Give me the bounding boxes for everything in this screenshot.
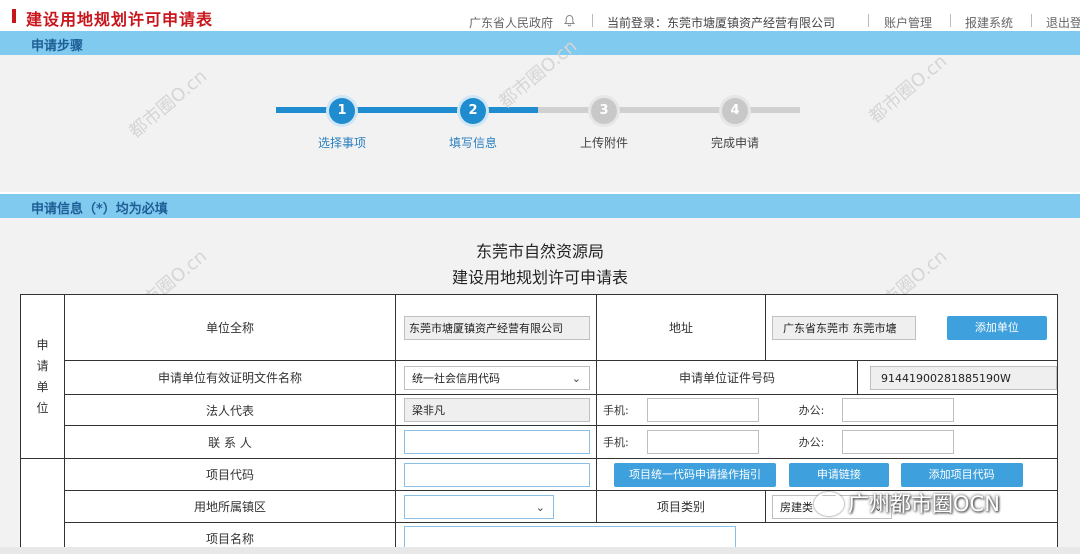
province-link[interactable]: 广东省人民政府 xyxy=(469,14,553,31)
unit-name-label: 单位全称 xyxy=(64,294,396,361)
cert-label: 申请单位证件号码 xyxy=(596,360,858,395)
doc-select-value: 统一社会信用代码 xyxy=(412,371,500,385)
logout-link[interactable]: 退出登 xyxy=(1046,14,1080,31)
unit-name-cell: 东莞市塘厦镇资产经营有限公司 xyxy=(395,294,597,361)
steps-section-title: 申请步骤 xyxy=(31,39,84,54)
office-label: 办公: xyxy=(798,436,825,449)
step-1-label: 选择事项 xyxy=(317,136,366,150)
contact-mobile-field[interactable] xyxy=(646,430,759,454)
legal-field[interactable]: 梁非凡 xyxy=(404,398,590,422)
address-field[interactable]: 广东省东莞市 东莞市塘 xyxy=(772,315,916,340)
office-label: 办公: xyxy=(798,404,825,417)
town-label: 用地所属镇区 xyxy=(64,490,396,523)
project-code-field[interactable] xyxy=(404,462,590,487)
legal-cell: 梁非凡 xyxy=(395,394,597,426)
project-type-label: 项目类别 xyxy=(596,490,766,523)
info-section-title: 申请信息（*）均为必填 xyxy=(31,202,168,217)
bell-icon[interactable] xyxy=(563,14,576,30)
step-1-circle[interactable]: 1 xyxy=(329,98,355,124)
title-marker xyxy=(12,9,16,23)
table-row: 联 系 人 手机: 办公: xyxy=(21,425,1059,459)
table-row: 申请单位 单位全称 东莞市塘厦镇资产经营有限公司 地址 广东省东莞市 东莞市塘 … xyxy=(20,294,1059,459)
project-group-cell xyxy=(20,458,65,554)
step-3-label: 上传附件 xyxy=(579,136,628,150)
project-type-value: 房建类 xyxy=(780,500,813,514)
current-login: 当前登录：东莞市塘厦镇资产经营有限公司 xyxy=(607,16,836,30)
divider xyxy=(950,14,951,27)
step-2-label: 填写信息 xyxy=(448,136,497,150)
legal-office-field[interactable] xyxy=(842,398,955,422)
step-3-circle[interactable]: 3 xyxy=(591,98,617,124)
horizontal-scrollbar[interactable] xyxy=(0,547,1080,554)
applicant-group-cell: 申请单位 xyxy=(20,294,65,459)
town-select[interactable]: ⌄ xyxy=(404,494,554,519)
cert-field[interactable]: 91441900281885190W xyxy=(870,365,1057,390)
table-row: 申请单位有效证明文件名称 统一社会信用代码 ⌄ 申请单位证件号码 9144190… xyxy=(21,360,1059,395)
source-badge: 广州都市圈OCN xyxy=(848,492,1000,516)
report-system-link[interactable]: 报建系统 xyxy=(965,14,1013,31)
steps-section-bar: 申请步骤 xyxy=(0,31,1080,55)
legal-label: 法人代表 xyxy=(64,394,396,426)
unit-name-field[interactable]: 东莞市塘厦镇资产经营有限公司 xyxy=(404,315,590,340)
step-2-circle[interactable]: 2 xyxy=(460,98,486,124)
mobile-label: 手机: xyxy=(603,436,629,449)
table-row: 法人代表 梁非凡 手机: 办公: xyxy=(21,394,1059,426)
address-label: 地址 xyxy=(596,294,766,361)
code-guide-button[interactable]: 项目统一代码申请操作指引 xyxy=(614,462,776,487)
table-row: 项目代码 项目统一代码申请操作指引 申请链接 添加项目代码 xyxy=(20,458,1059,554)
chevron-down-icon: ⌄ xyxy=(571,371,581,385)
add-unit-button[interactable]: 添加单位 xyxy=(946,315,1047,340)
step-4-label: 完成申请 xyxy=(710,136,759,150)
contact-phone-cell: 手机: 办公: xyxy=(595,425,1059,459)
project-code-actions: 项目统一代码申请操作指引 申请链接 添加项目代码 xyxy=(595,458,1059,491)
doc-label: 申请单位有效证明文件名称 xyxy=(64,360,396,395)
page-title: 建设用地规划许可申请表 xyxy=(26,10,214,29)
wechat-icon xyxy=(814,492,844,516)
divider xyxy=(868,14,869,27)
town-cell: ⌄ xyxy=(395,490,597,523)
divider xyxy=(1031,14,1032,27)
contact-field[interactable] xyxy=(404,430,590,454)
legal-contact-cell: 手机: 办公: xyxy=(595,394,1059,426)
cert-cell: 91441900281885190W xyxy=(856,360,1059,395)
mobile-label: 手机: xyxy=(603,404,629,417)
info-section-bar: 申请信息（*）均为必填 xyxy=(0,194,1080,218)
step-4-circle[interactable]: 4 xyxy=(722,98,748,124)
applicant-group-label: 申请单位 xyxy=(36,337,49,415)
progress-track-done xyxy=(276,107,538,113)
doc-cell: 统一社会信用代码 ⌄ xyxy=(395,360,597,395)
top-header: 建设用地规划许可申请表 广东省人民政府 当前登录：东莞市塘厦镇资产经营有限公司 … xyxy=(0,0,1080,30)
progress-track-pending xyxy=(538,107,800,113)
contact-label: 联 系 人 xyxy=(64,425,396,459)
contact-cell xyxy=(395,425,597,459)
apply-link-button[interactable]: 申请链接 xyxy=(788,462,889,487)
project-code-label: 项目代码 xyxy=(64,458,396,491)
account-link[interactable]: 账户管理 xyxy=(884,14,932,31)
contact-office-field[interactable] xyxy=(842,430,955,454)
divider xyxy=(592,14,593,27)
chevron-down-icon: ⌄ xyxy=(535,500,545,514)
add-project-code-button[interactable]: 添加项目代码 xyxy=(900,462,1023,487)
project-code-cell xyxy=(395,458,597,491)
legal-mobile-field[interactable] xyxy=(646,398,759,422)
address-cell: 广东省东莞市 东莞市塘 添加单位 xyxy=(764,294,1059,361)
doc-select[interactable]: 统一社会信用代码 ⌄ xyxy=(404,365,590,390)
